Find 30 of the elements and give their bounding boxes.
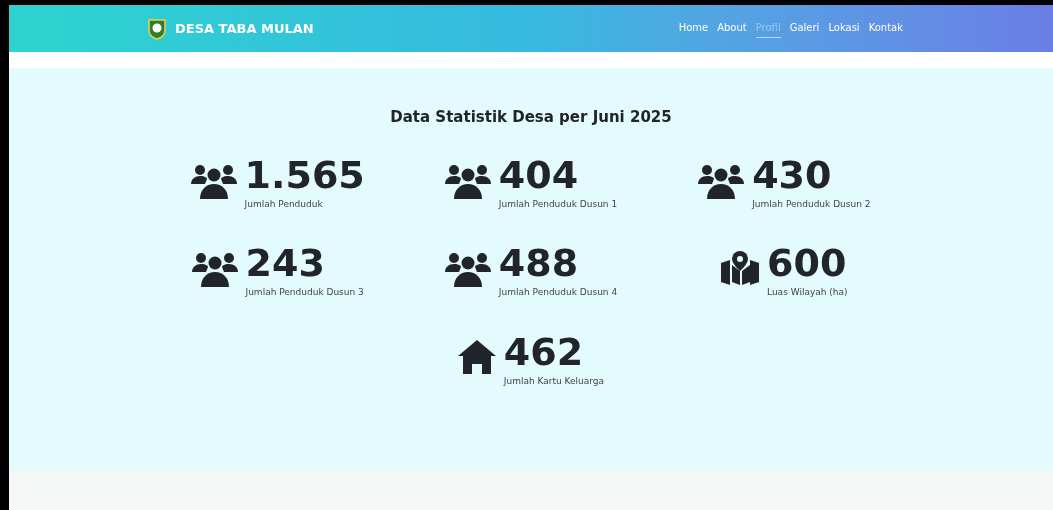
users-icon	[191, 251, 238, 287]
users-icon	[444, 251, 491, 287]
stat-value: 462	[503, 329, 585, 374]
stat-value: 243	[245, 241, 326, 285]
stat-label: Jumlah Penduduk Dusun 2	[752, 197, 871, 211]
stat-label: Jumlah Penduduk Dusun 3	[245, 286, 364, 299]
stat-value: 404	[498, 152, 580, 197]
stat-label: Jumlah Penduduk Dusun 1	[498, 197, 618, 211]
stat-label: Jumlah Kartu Keluarga	[503, 374, 605, 388]
stat-label: Jumlah Penduduk	[244, 197, 324, 211]
nav-link[interactable]: Profil	[755, 19, 781, 38]
nav-link[interactable]: Kontak	[868, 19, 903, 38]
nav-link[interactable]: Lokasi	[828, 19, 860, 38]
emblem-icon	[147, 17, 167, 40]
users-icon	[444, 162, 491, 199]
users-icon	[698, 162, 745, 199]
stat-label: Jumlah Penduduk Dusun 4	[498, 286, 618, 299]
stat-label: Luas Wilayah (ha)	[767, 286, 848, 299]
stat-value: 1.565	[244, 152, 365, 197]
house-icon	[457, 339, 496, 374]
stat-value: 600	[767, 241, 848, 285]
brand-link[interactable]: DESA TABA MULAN	[175, 18, 314, 39]
nav-link[interactable]: Home	[678, 19, 709, 38]
section-title: Data Statistik Desa per Juni 2025	[390, 107, 672, 128]
map-icon	[721, 251, 760, 285]
nav-link[interactable]: Galeri	[789, 19, 820, 38]
stat-value: 488	[498, 241, 580, 285]
users-icon	[190, 162, 237, 199]
stat-value: 430	[752, 152, 833, 197]
nav-link[interactable]: About	[717, 19, 747, 38]
